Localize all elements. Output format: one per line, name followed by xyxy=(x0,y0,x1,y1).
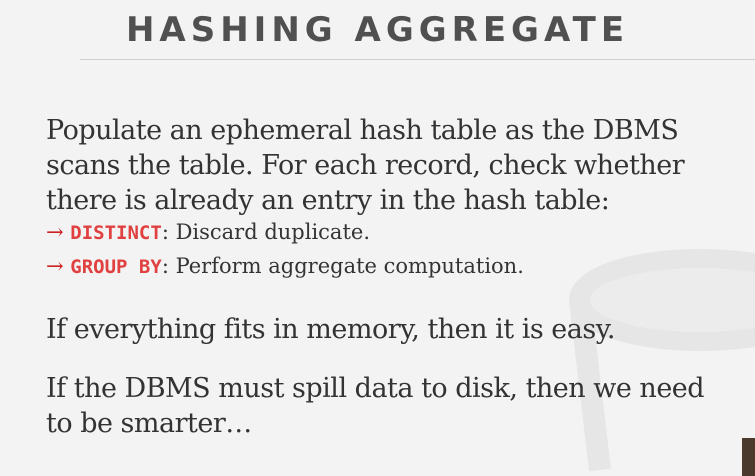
keyword-group-by: GROUP BY xyxy=(70,256,162,278)
bullet-distinct-text: : Discard duplicate. xyxy=(161,220,370,244)
spill-line-1: If the DBMS must spill data to disk, the… xyxy=(46,373,705,404)
bullet-distinct: → DISTINCT: Discard duplicate. xyxy=(46,216,751,250)
spill-paragraph: If the DBMS must spill data to disk, the… xyxy=(46,371,751,441)
arrow-right-icon: → xyxy=(46,254,64,278)
bullet-group-by-text: : Perform aggregate computation. xyxy=(161,254,524,278)
bullet-group-by: → GROUP BY: Perform aggregate computatio… xyxy=(46,250,751,284)
slide-title: HASHING AGGREGATE xyxy=(125,10,630,50)
spill-line-2: to be smarter… xyxy=(46,408,252,439)
memory-paragraph: If everything fits in memory, then it is… xyxy=(46,314,615,345)
keyword-distinct: DISTINCT xyxy=(70,222,162,244)
intro-paragraph: Populate an ephemeral hash table as the … xyxy=(46,115,685,216)
arrow-right-icon: → xyxy=(46,220,64,244)
slide-content: Populate an ephemeral hash table as the … xyxy=(46,113,751,441)
title-divider xyxy=(80,59,755,60)
